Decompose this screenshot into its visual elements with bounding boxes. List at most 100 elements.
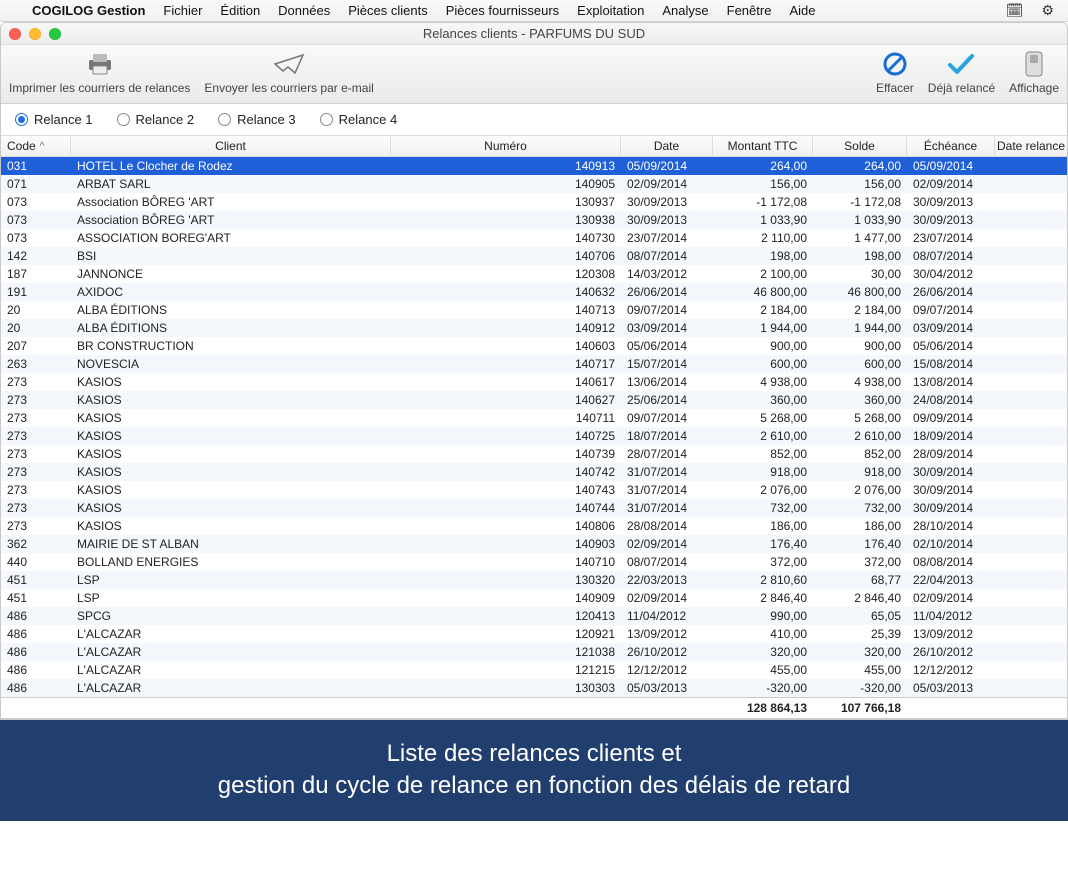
col-date-relance[interactable]: Date relance — [995, 136, 1067, 156]
cell: 273 — [1, 375, 71, 389]
radio-relance-2[interactable]: Relance 2 — [117, 112, 195, 127]
clear-button[interactable]: Effacer — [876, 51, 914, 95]
cell: 120921 — [391, 627, 621, 641]
table-row[interactable]: 451LSP14090902/09/20142 846,402 846,4002… — [1, 589, 1067, 607]
menu-donnees[interactable]: Données — [278, 3, 330, 18]
cell: 46 800,00 — [813, 285, 907, 299]
cell: 08/08/2014 — [907, 555, 995, 569]
col-montant-ttc[interactable]: Montant TTC — [713, 136, 813, 156]
app-name[interactable]: COGILOG Gestion — [32, 3, 145, 18]
table-row[interactable]: 20ALBA ÉDITIONS14071309/07/20142 184,002… — [1, 301, 1067, 319]
display-button[interactable]: Affichage — [1009, 51, 1059, 95]
table-row[interactable]: 273KASIOS14080628/08/2014186,00186,0028/… — [1, 517, 1067, 535]
cell: BOLLAND ENERGIES — [71, 555, 391, 569]
menu-fichier[interactable]: Fichier — [163, 3, 202, 18]
menu-fenetre[interactable]: Fenêtre — [727, 3, 772, 18]
table-row[interactable]: 451LSP13032022/03/20132 810,6068,7722/04… — [1, 571, 1067, 589]
menu-analyse[interactable]: Analyse — [662, 3, 708, 18]
col-echeance[interactable]: Échéance — [907, 136, 995, 156]
table-row[interactable]: 073ASSOCIATION BOREG'ART14073023/07/2014… — [1, 229, 1067, 247]
radio-label: Relance 2 — [136, 112, 195, 127]
no-entry-icon — [877, 51, 913, 77]
table-row[interactable]: 073Association BÔREG 'ART13093830/09/201… — [1, 211, 1067, 229]
cell: 372,00 — [813, 555, 907, 569]
menu-pieces-fournisseurs[interactable]: Pièces fournisseurs — [446, 3, 559, 18]
menu-edition[interactable]: Édition — [220, 3, 260, 18]
cell: 486 — [1, 609, 71, 623]
table-row[interactable]: 20ALBA ÉDITIONS14091203/09/20141 944,001… — [1, 319, 1067, 337]
table-row[interactable]: 273KASIOS14073928/07/2014852,00852,0028/… — [1, 445, 1067, 463]
menu-exploitation[interactable]: Exploitation — [577, 3, 644, 18]
table-row[interactable]: 486SPCG12041311/04/2012990,0065,0511/04/… — [1, 607, 1067, 625]
table-row[interactable]: 071ARBAT SARL14090502/09/2014156,00156,0… — [1, 175, 1067, 193]
table-row[interactable]: 031HOTEL Le Clocher de Rodez14091305/09/… — [1, 157, 1067, 175]
table-row[interactable]: 273KASIOS14074431/07/2014732,00732,0030/… — [1, 499, 1067, 517]
cell: 451 — [1, 591, 71, 605]
radio-relance-4[interactable]: Relance 4 — [320, 112, 398, 127]
table-row[interactable]: 273KASIOS14062725/06/2014360,00360,0024/… — [1, 391, 1067, 409]
close-button[interactable] — [9, 28, 21, 40]
cell: Association BÔREG 'ART — [71, 195, 391, 209]
cell: 273 — [1, 483, 71, 497]
cell: 18/09/2014 — [907, 429, 995, 443]
cell: 31/07/2014 — [621, 501, 713, 515]
cell: 140710 — [391, 555, 621, 569]
print-button[interactable]: Imprimer les courriers de relances — [9, 51, 190, 95]
done-button[interactable]: Déjà relancé — [928, 51, 995, 95]
table-row[interactable]: 273KASIOS14074231/07/2014918,00918,0030/… — [1, 463, 1067, 481]
cell: 22/03/2013 — [621, 573, 713, 587]
cell: 09/07/2014 — [621, 411, 713, 425]
cell: 30/09/2013 — [621, 213, 713, 227]
table-row[interactable]: 486L'ALCAZAR12092113/09/2012410,0025,391… — [1, 625, 1067, 643]
table-row[interactable]: 187JANNONCE12030814/03/20122 100,0030,00… — [1, 265, 1067, 283]
menu-aide[interactable]: Aide — [789, 3, 815, 18]
cell: 30/09/2013 — [907, 195, 995, 209]
col-client[interactable]: Client — [71, 136, 391, 156]
cell: 121215 — [391, 663, 621, 677]
table-row[interactable]: 142BSI14070608/07/2014198,00198,0008/07/… — [1, 247, 1067, 265]
cell: 1 033,90 — [813, 213, 907, 227]
printer-icon — [82, 51, 118, 77]
cell: 451 — [1, 573, 71, 587]
cell: AXIDOC — [71, 285, 391, 299]
cell: 03/09/2014 — [621, 321, 713, 335]
radio-relance-3[interactable]: Relance 3 — [218, 112, 296, 127]
table-row[interactable]: 362MAIRIE DE ST ALBAN14090302/09/2014176… — [1, 535, 1067, 553]
cell: 273 — [1, 519, 71, 533]
cell: 140903 — [391, 537, 621, 551]
minimize-button[interactable] — [29, 28, 41, 40]
gear-icon[interactable]: ⚙ — [1041, 2, 1054, 19]
table-row[interactable]: 486L'ALCAZAR12103826/10/2012320,00320,00… — [1, 643, 1067, 661]
radio-relance-1[interactable]: Relance 1 — [15, 112, 93, 127]
table-row[interactable]: 486L'ALCAZAR13030305/03/2013-320,00-320,… — [1, 679, 1067, 697]
cell: 05/06/2014 — [907, 339, 995, 353]
table-row[interactable]: 273KASIOS14072518/07/20142 610,002 610,0… — [1, 427, 1067, 445]
table-row[interactable]: 273KASIOS14061713/06/20144 938,004 938,0… — [1, 373, 1067, 391]
cell: KASIOS — [71, 483, 391, 497]
cell: 31/07/2014 — [621, 483, 713, 497]
col-solde[interactable]: Solde — [813, 136, 907, 156]
cell: 207 — [1, 339, 71, 353]
cell: 852,00 — [813, 447, 907, 461]
cell: LSP — [71, 591, 391, 605]
table-row[interactable]: 263NOVESCIA14071715/07/2014600,00600,001… — [1, 355, 1067, 373]
table-row[interactable]: 191AXIDOC14063226/06/201446 800,0046 800… — [1, 283, 1067, 301]
cell: SPCG — [71, 609, 391, 623]
table-row[interactable]: 207BR CONSTRUCTION14060305/06/2014900,00… — [1, 337, 1067, 355]
col-code[interactable]: Code — [1, 136, 71, 156]
table-row[interactable]: 073Association BÔREG 'ART13093730/09/201… — [1, 193, 1067, 211]
table-row[interactable]: 273KASIOS14071109/07/20145 268,005 268,0… — [1, 409, 1067, 427]
table-row[interactable]: 440BOLLAND ENERGIES14071008/07/2014372,0… — [1, 553, 1067, 571]
calendar-icon[interactable]: 🗓 — [1006, 2, 1024, 19]
col-date[interactable]: Date — [621, 136, 713, 156]
cell: 320,00 — [813, 645, 907, 659]
table-row[interactable]: 486L'ALCAZAR12121512/12/2012455,00455,00… — [1, 661, 1067, 679]
table-row[interactable]: 273KASIOS14074331/07/20142 076,002 076,0… — [1, 481, 1067, 499]
col-numero[interactable]: Numéro — [391, 136, 621, 156]
email-button[interactable]: Envoyer les courriers par e-mail — [204, 51, 373, 95]
zoom-button[interactable] — [49, 28, 61, 40]
menu-pieces-clients[interactable]: Pièces clients — [348, 3, 427, 18]
cell: 273 — [1, 501, 71, 515]
display-label: Affichage — [1009, 81, 1059, 95]
cell: 15/07/2014 — [621, 357, 713, 371]
